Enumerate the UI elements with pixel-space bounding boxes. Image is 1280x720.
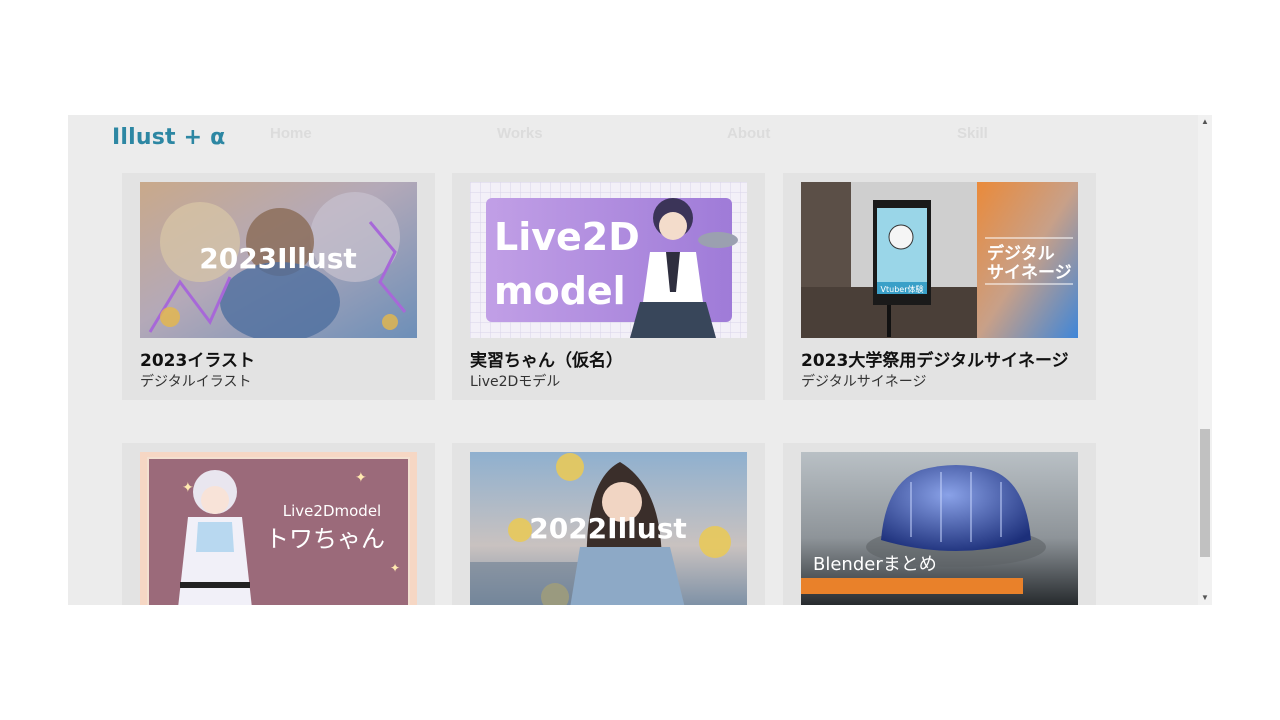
thumb-caption: 2022Illust bbox=[529, 512, 687, 545]
nav-home[interactable]: Home bbox=[270, 125, 312, 142]
blender-accent-bar bbox=[801, 578, 1023, 594]
work-category: デジタルサイネージ bbox=[801, 374, 927, 390]
thumb-caption-line1: デジタル bbox=[987, 243, 1055, 264]
work-card-2022-illust[interactable]: 2022Illust bbox=[452, 443, 765, 605]
work-thumbnail[interactable]: Live2D model bbox=[470, 182, 747, 338]
thumb-caption: Blenderまとめ bbox=[813, 554, 937, 575]
nav-about[interactable]: About bbox=[727, 125, 770, 142]
sparkle-icon: ✦ bbox=[390, 561, 400, 575]
thumb-caption-line1: Live2Dmodel bbox=[283, 502, 381, 520]
work-thumbnail[interactable]: 2022Illust bbox=[470, 452, 747, 605]
thumb-caption-line2: トワちゃん bbox=[265, 525, 385, 553]
work-category: Live2Dモデル bbox=[470, 374, 561, 390]
thumb-caption-line2: サイネージ bbox=[987, 263, 1072, 283]
site-logo[interactable]: Illust + α bbox=[112, 125, 225, 150]
vertical-scrollbar[interactable]: ▲ ▼ bbox=[1198, 115, 1212, 605]
work-card-blender[interactable]: Blenderまとめ bbox=[783, 443, 1096, 605]
work-card-jisshu-chan[interactable]: Live2D model 実習ちゃん（仮名） Live2Dモデル bbox=[452, 173, 765, 400]
work-title: 2023イラスト bbox=[140, 351, 255, 371]
scrollbar-thumb[interactable] bbox=[1200, 429, 1210, 557]
work-category: デジタルイラスト bbox=[140, 374, 252, 390]
scroll-down-arrow-icon[interactable]: ▼ bbox=[1198, 591, 1212, 605]
thumb-caption: 2023Illust bbox=[199, 242, 357, 275]
work-thumbnail[interactable]: Blenderまとめ bbox=[801, 452, 1078, 605]
work-thumbnail[interactable]: 2023Illust bbox=[140, 182, 417, 338]
work-thumbnail[interactable]: ✦ ✦ ✦ Live2Dmodel トワちゃん bbox=[140, 452, 417, 605]
thumb-caption-line1: Live2D bbox=[494, 215, 640, 259]
work-card-2023-illust[interactable]: 2023Illust 2023イラスト デジタルイラスト bbox=[122, 173, 435, 400]
work-title: 実習ちゃん（仮名） bbox=[470, 351, 623, 371]
work-card-towa-chan[interactable]: ✦ ✦ ✦ Live2Dmodel トワちゃん bbox=[122, 443, 435, 605]
work-title: 2023大学祭用デジタルサイネージ bbox=[801, 351, 1069, 371]
work-thumbnail[interactable]: Vtuber体験 デジタル サイネージ bbox=[801, 182, 1078, 338]
nav-skill[interactable]: Skill bbox=[957, 125, 988, 142]
browser-viewport: Illust + α Home Works About Skill 2023Il… bbox=[68, 115, 1212, 605]
nav-works[interactable]: Works bbox=[497, 125, 543, 142]
work-card-signage[interactable]: Vtuber体験 デジタル サイネージ 2023大学祭用デジタルサイネージ デジ… bbox=[783, 173, 1096, 400]
sparkle-icon: ✦ bbox=[355, 470, 367, 486]
scroll-up-arrow-icon[interactable]: ▲ bbox=[1198, 115, 1212, 129]
thumb-caption-line2: model bbox=[494, 269, 626, 313]
sign-label: Vtuber体験 bbox=[881, 284, 924, 294]
sparkle-icon: ✦ bbox=[182, 480, 194, 496]
